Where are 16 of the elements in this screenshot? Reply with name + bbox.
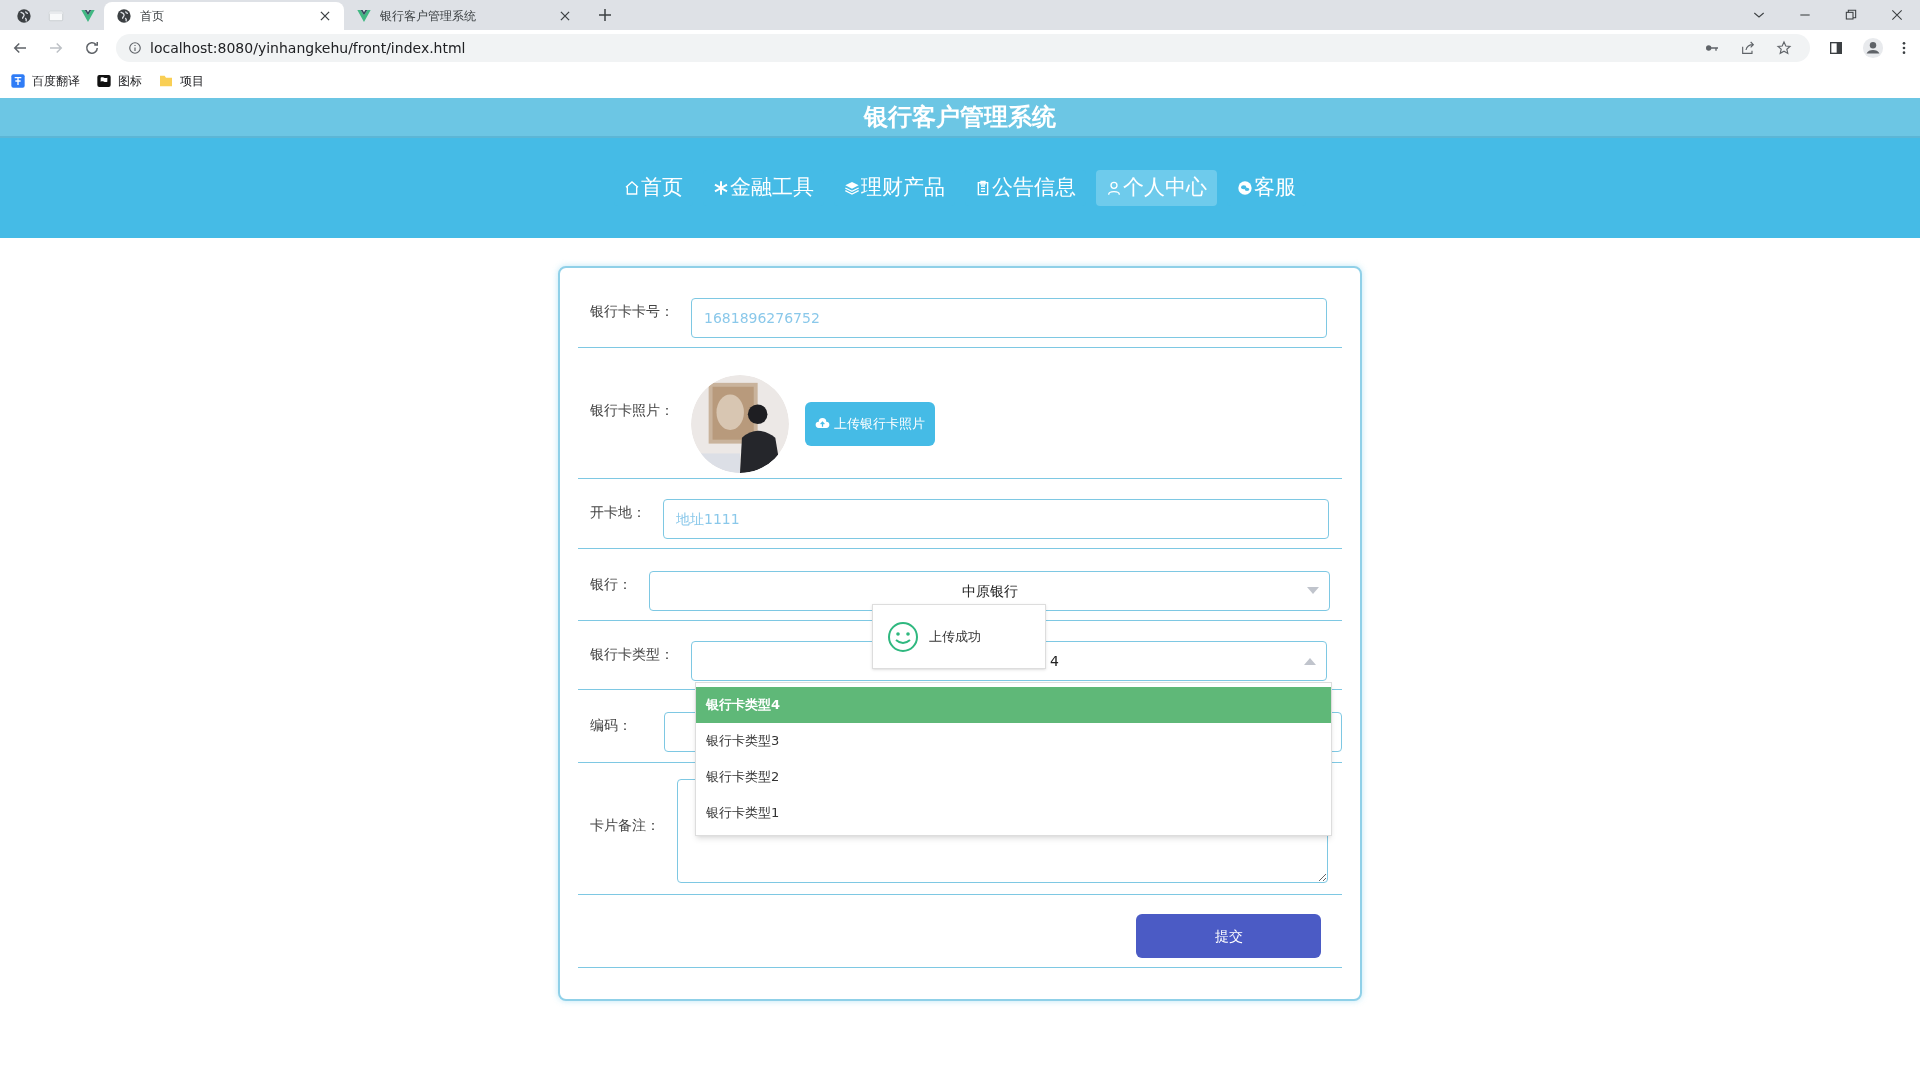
tab-title: 首页 <box>140 8 165 25</box>
field-label: 银行卡照片： <box>589 401 674 420</box>
bookmark-label: 项目 <box>180 73 204 90</box>
bookmark-label: 图标 <box>118 73 142 90</box>
field-label: 银行卡卡号： <box>589 302 674 321</box>
input-value: 1681896276752 <box>704 308 820 328</box>
field-label: 开卡地： <box>589 503 646 522</box>
tab-title: 银行客户管理系统 <box>380 8 477 25</box>
bookmark-label: 百度翻译 <box>32 73 80 90</box>
field-label: 编码： <box>589 716 632 735</box>
input-value: 地址1111 <box>676 509 740 529</box>
field-label: 银行卡类型： <box>589 645 674 664</box>
field-label: 卡片备注： <box>589 816 660 835</box>
field-label: 银行： <box>589 575 632 594</box>
url-text: localhost:8080/yinhangkehu/front/index.html <box>150 38 467 58</box>
site-title: 银行客户管理系统 <box>864 102 1056 133</box>
